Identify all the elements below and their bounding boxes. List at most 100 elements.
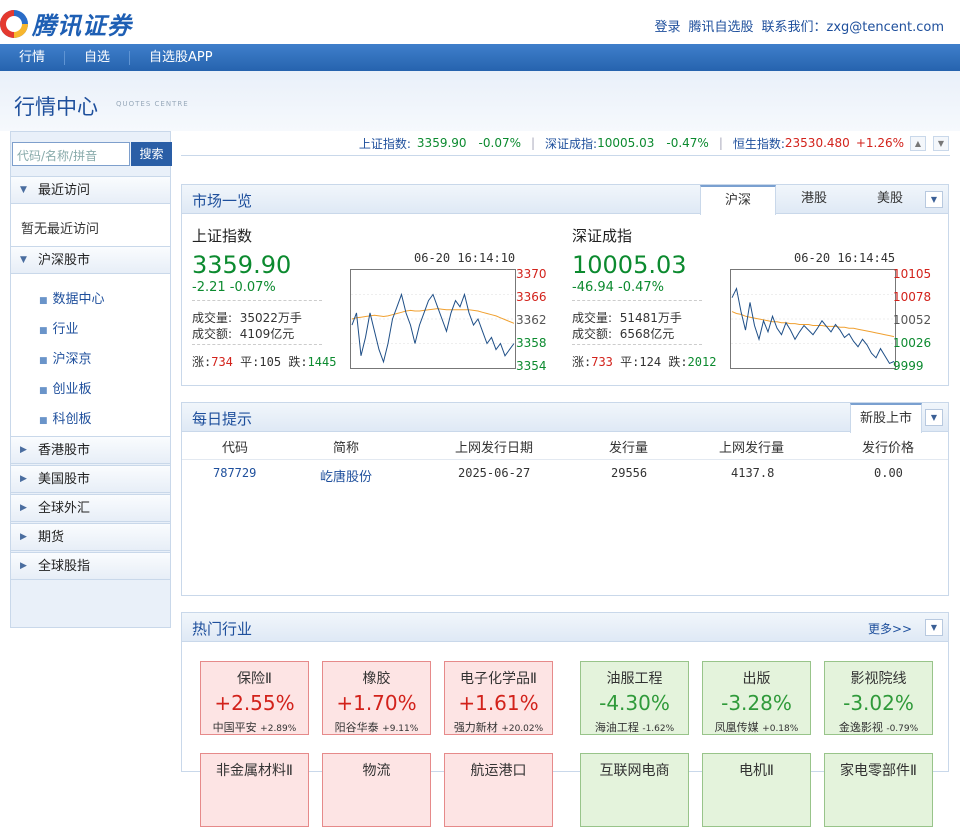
up-label: 涨: [192, 355, 212, 369]
bullet-icon: ■ [39, 356, 48, 366]
index-value: 10005.03 [572, 251, 687, 279]
industry-card[interactable]: 电子化学品Ⅱ +1.61% 强力新材 +20.02% [444, 661, 553, 735]
ticker-down-button[interactable]: ▼ [933, 136, 949, 151]
industry-name: 电机Ⅱ [739, 763, 774, 779]
tab-us[interactable]: 美股 [852, 185, 928, 215]
industry-name: 电子化学品Ⅱ [460, 671, 537, 687]
leading-stock-name: 海油工程 [594, 721, 639, 734]
ticker-sz-value: 10005.03 [597, 136, 655, 150]
sidebar: 代码/名称/拼音 搜索 ▼ 最近访问 暂无最近访问 ▼ 沪深股市 ■ 数据中心 ■ 行业… [10, 131, 172, 628]
leading-stock[interactable]: 凤凰传媒 +0.18% [703, 719, 810, 735]
sidebar-group-forex[interactable]: ▶ 全球外汇 [11, 494, 170, 522]
sidebar-item-hsj[interactable]: ■ 沪深京 [39, 348, 92, 367]
index-name[interactable]: 深证成指 [572, 225, 632, 246]
sidebar-item-label: 沪深京 [52, 352, 92, 367]
leading-stock-change: -0.79% [886, 724, 919, 734]
leading-stock[interactable]: 强力新材 +20.02% [445, 719, 552, 735]
ipo-price: 0.00 [874, 466, 903, 480]
caret-down-icon: ▼ [20, 255, 27, 265]
nav-item-watchlist[interactable]: 自选 [65, 50, 131, 65]
market-tabs: 沪深 港股 美股 [700, 185, 928, 215]
nav-item-quotes[interactable]: 行情 [0, 50, 66, 65]
leading-stock[interactable]: 金逸影视 -0.79% [825, 719, 932, 735]
ticker-sh-label[interactable]: 上证指数: [359, 135, 411, 152]
tab-new-listings[interactable]: 新股上市 [850, 403, 922, 433]
sidebar-group-global-index[interactable]: ▶ 全球股指 [11, 552, 170, 580]
ticker-up-button[interactable]: ▲ [910, 136, 926, 151]
volume-value: 51481万手 [619, 311, 682, 325]
more-link[interactable]: 更多>> [868, 620, 912, 637]
leading-stock[interactable]: 海油工程 -1.62% [581, 719, 688, 735]
sidebar-item-chinext[interactable]: ■ 创业板 [39, 378, 92, 397]
bullet-icon: ■ [39, 326, 48, 336]
sz-intraday-chart[interactable] [730, 269, 896, 369]
chart-time: 06-20 16:14:10 [414, 251, 516, 265]
industry-card[interactable]: 家电零部件Ⅱ [824, 753, 933, 827]
ticker-hk-change: +1.26% [855, 136, 904, 150]
industry-change: +1.61% [458, 691, 539, 715]
caret-right-icon: ▶ [20, 445, 27, 455]
nav-item-app[interactable]: 自选股APP [130, 50, 232, 65]
tab-hs[interactable]: 沪深 [700, 185, 776, 215]
caret-down-icon: ▼ [20, 185, 27, 195]
panel-dropdown-button[interactable]: ▼ [925, 191, 943, 208]
industry-change: -4.30% [599, 691, 670, 715]
ticker-hk-value: 23530.480 [784, 136, 850, 150]
y-tick: 3362 [516, 313, 547, 327]
sidebar-group-label: 全球股指 [38, 559, 91, 574]
search-input[interactable]: 代码/名称/拼音 [12, 142, 130, 166]
sidebar-group-hs[interactable]: ▼ 沪深股市 [11, 246, 170, 274]
industry-card[interactable]: 航运港口 [444, 753, 553, 827]
industry-card[interactable]: 非金属材料Ⅱ [200, 753, 309, 827]
industry-name: 出版 [742, 671, 771, 687]
industry-card[interactable]: 出版 -3.28% 凤凰传媒 +0.18% [702, 661, 811, 735]
contact-link[interactable]: 联系我们：zxg@tencent.com [762, 16, 944, 35]
search-button[interactable]: 搜索 [131, 142, 172, 166]
leading-stock[interactable]: 阳谷华泰 +9.11% [323, 719, 430, 735]
caret-right-icon: ▶ [20, 503, 27, 513]
panel-title: 热门行业 [192, 620, 253, 638]
sidebar-item-label: 科创板 [52, 412, 92, 427]
login-link[interactable]: 登录 [654, 16, 680, 35]
tencent-securities-logo[interactable]: 腾讯证券 [0, 6, 132, 41]
bullet-icon: ■ [39, 386, 48, 396]
ipo-date: 2025-06-27 [458, 466, 531, 480]
amount-row: 成交额: 4109亿元 [192, 325, 294, 342]
sidebar-group-label: 美国股市 [38, 472, 91, 487]
industry-card[interactable]: 影视院线 -3.02% 金逸影视 -0.79% [824, 661, 933, 735]
industry-card[interactable]: 互联网电商 [580, 753, 689, 827]
sidebar-group-hk[interactable]: ▶ 香港股市 [11, 436, 170, 464]
sidebar-item-data-center[interactable]: ■ 数据中心 [39, 288, 105, 307]
industry-name: 非金属材料Ⅱ [216, 763, 293, 779]
sidebar-item-industry[interactable]: ■ 行业 [39, 318, 79, 337]
sh-intraday-chart[interactable] [350, 269, 516, 369]
sidebar-group-us[interactable]: ▶ 美国股市 [11, 465, 170, 493]
page-title: 行情中心 [14, 95, 98, 119]
industry-card[interactable]: 电机Ⅱ [702, 753, 811, 827]
ticker-hk-label[interactable]: 恒生指数: [733, 135, 785, 152]
panel-dropdown-button[interactable]: ▼ [925, 619, 943, 636]
average-price-line [731, 311, 895, 338]
sidebar-item-star[interactable]: ■ 科创板 [39, 408, 92, 427]
panel-dropdown-button[interactable]: ▼ [925, 409, 943, 426]
industry-card[interactable]: 油服工程 -4.30% 海油工程 -1.62% [580, 661, 689, 735]
index-name[interactable]: 上证指数 [192, 225, 252, 246]
ipo-code[interactable]: 787729 [213, 466, 256, 480]
ticker-sz-label[interactable]: 深证成指: [545, 135, 597, 152]
sidebar-group-label: 期货 [38, 530, 65, 545]
page-subtitle: QUOTES CENTRE [116, 100, 189, 108]
leading-stock[interactable]: 中国平安 +2.89% [201, 719, 308, 735]
industry-name: 橡胶 [362, 671, 391, 687]
zixuan-link[interactable]: 腾讯自选股 [689, 16, 754, 35]
ipo-name[interactable]: 屹唐股份 [320, 466, 372, 485]
sidebar-group-recent[interactable]: ▼ 最近访问 [11, 176, 170, 204]
panel-header: 热门行业 更多>> [182, 613, 948, 642]
industry-card[interactable]: 物流 [322, 753, 431, 827]
tab-hk[interactable]: 港股 [776, 185, 852, 215]
sidebar-group-futures[interactable]: ▶ 期货 [11, 523, 170, 551]
industry-card[interactable]: 橡胶 +1.70% 阳谷华泰 +9.11% [322, 661, 431, 735]
industry-name: 航运港口 [470, 763, 527, 779]
industry-card[interactable]: 保险Ⅱ +2.55% 中国平安 +2.89% [200, 661, 309, 735]
y-tick: 10026 [893, 336, 932, 350]
hot-industries-panel: 热门行业 更多>> ▼ 保险Ⅱ +2.55% 中国平安 +2.89% 橡胶 +1.70%… [181, 612, 949, 827]
